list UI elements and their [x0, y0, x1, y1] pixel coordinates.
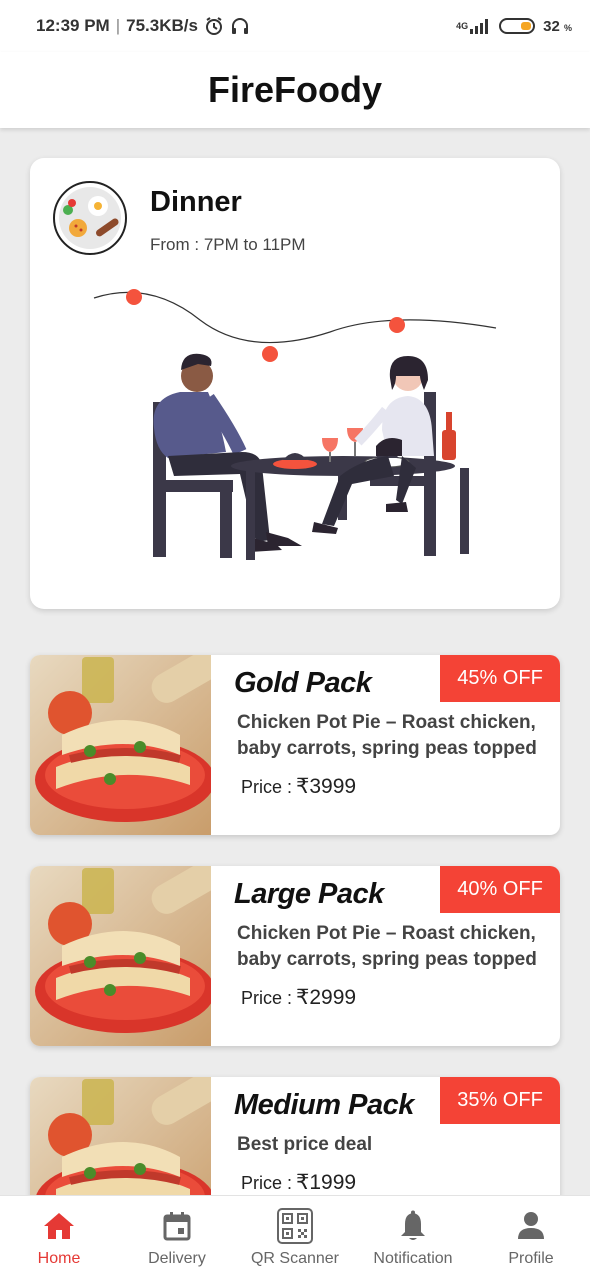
- nav-label: Notification: [373, 1250, 453, 1267]
- price-label: Price :: [241, 1173, 293, 1193]
- bottom-nav: Home Delivery QR Scanner Notification Pr…: [0, 1195, 590, 1280]
- pack-name: Large Pack: [234, 878, 384, 910]
- calendar-icon: [159, 1208, 195, 1244]
- nav-label: Profile: [508, 1250, 554, 1267]
- food-image: [30, 866, 211, 1046]
- meal-title: Dinner: [150, 186, 242, 218]
- nav-label: QR Scanner: [250, 1250, 340, 1267]
- status-left: 12:39 PM | 75.3KB/s: [36, 16, 250, 36]
- dinner-couple-illustration: [93, 289, 497, 560]
- price-amount: ₹1999: [296, 1171, 357, 1194]
- pack-name: Gold Pack: [234, 667, 372, 699]
- home-icon: [41, 1208, 77, 1244]
- battery-icon: [499, 18, 536, 34]
- meal-card[interactable]: Dinner From : 7PM to 11PM: [30, 158, 560, 609]
- food-image: [30, 655, 211, 835]
- network-type: 4G: [456, 20, 469, 31]
- price-amount: ₹2999: [296, 986, 357, 1009]
- nav-profile[interactable]: Profile: [472, 1196, 590, 1280]
- status-bar: 12:39 PM | 75.3KB/s 4G 32 %: [0, 0, 590, 52]
- dinner-plate-icon: [53, 181, 127, 255]
- price-label: Price :: [241, 988, 293, 1008]
- discount-badge: 40% OFF: [440, 866, 560, 913]
- nav-notification[interactable]: Notification: [354, 1196, 472, 1280]
- pack-name: Medium Pack: [234, 1089, 414, 1121]
- nav-delivery[interactable]: Delivery: [118, 1196, 236, 1280]
- person-icon: [513, 1208, 549, 1244]
- pack-price: Price : ₹3999: [241, 774, 356, 799]
- nav-label: Delivery: [148, 1250, 206, 1267]
- headphones-icon: [230, 16, 250, 36]
- price-label: Price :: [241, 777, 293, 797]
- status-speed: 75.3KB/s: [126, 16, 198, 35]
- bell-icon: [395, 1208, 431, 1244]
- status-separator: |: [115, 16, 121, 35]
- price-amount: ₹3999: [296, 775, 357, 798]
- nav-label: Home: [37, 1250, 81, 1267]
- status-time: 12:39 PM: [36, 16, 110, 35]
- pack-card-large[interactable]: Large Pack Chicken Pot Pie – Roast chick…: [30, 866, 560, 1046]
- nav-qr-scanner[interactable]: QR Scanner: [236, 1196, 354, 1280]
- battery-percent: 32 %: [543, 17, 572, 35]
- app-bar: FireFoody: [0, 52, 590, 128]
- app-title: FireFoody: [207, 69, 382, 110]
- qr-code-icon: [277, 1208, 313, 1244]
- status-right: 4G 32 %: [456, 18, 572, 35]
- discount-badge: 45% OFF: [440, 655, 560, 702]
- pack-description: Chicken Pot Pie – Roast chicken, baby ca…: [237, 712, 537, 759]
- pack-card-gold[interactable]: Gold Pack Chicken Pot Pie – Roast chicke…: [30, 655, 560, 835]
- pack-price: Price : ₹1999: [241, 1170, 356, 1195]
- pack-description: Chicken Pot Pie – Roast chicken, baby ca…: [237, 923, 537, 970]
- signal-icon: 4G: [456, 18, 491, 34]
- nav-home[interactable]: Home: [0, 1196, 118, 1280]
- meal-time: From : 7PM to 11PM: [150, 235, 306, 254]
- discount-badge: 35% OFF: [440, 1077, 560, 1124]
- alarm-icon: [204, 16, 224, 36]
- pack-description: Best price deal: [237, 1134, 373, 1155]
- pack-price: Price : ₹2999: [241, 985, 356, 1010]
